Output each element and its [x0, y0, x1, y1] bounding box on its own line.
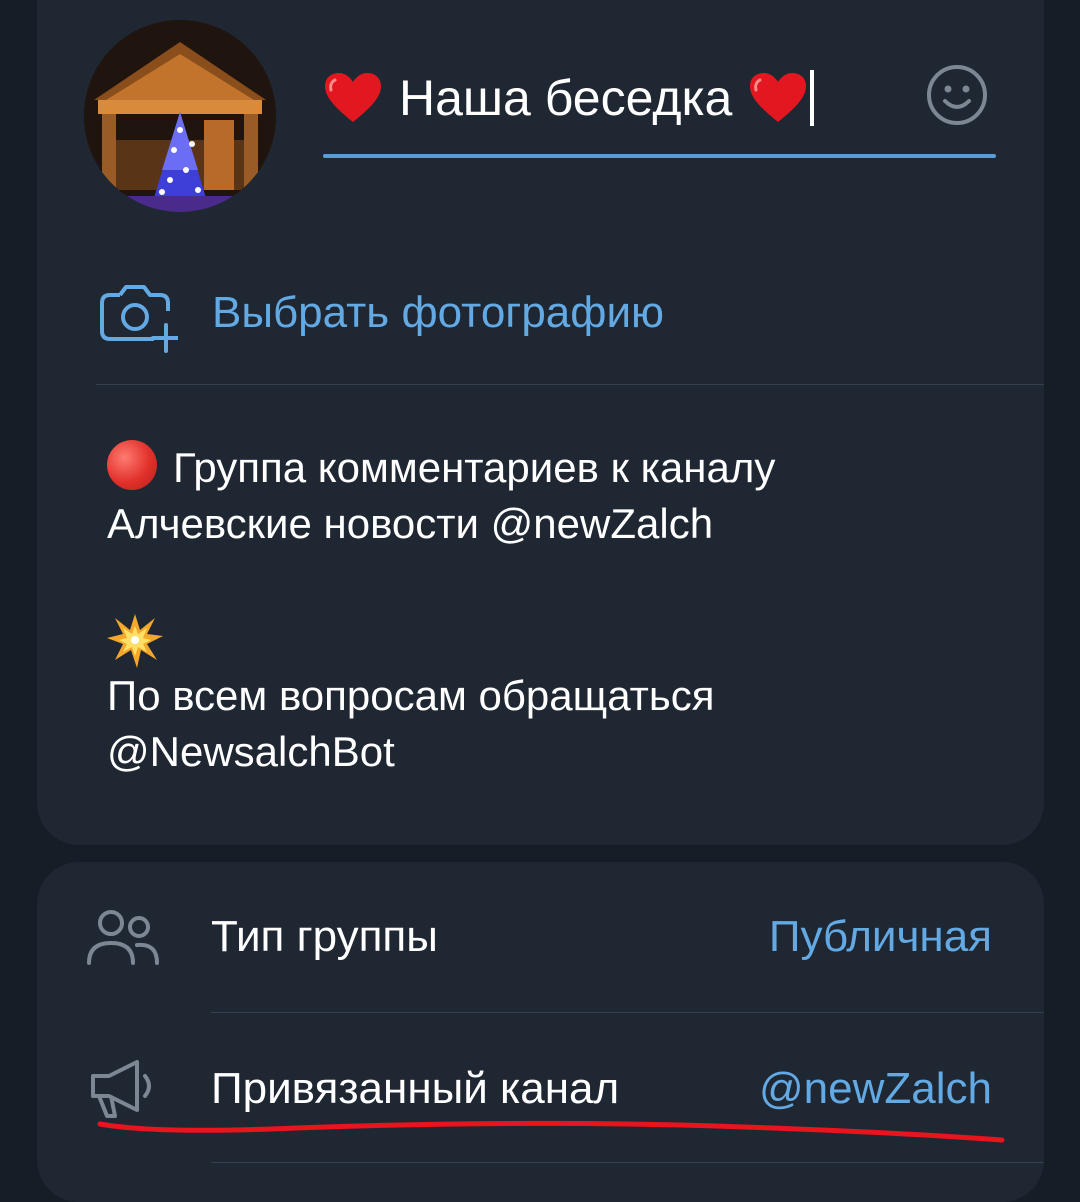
description-line: По всем вопросам обращаться [107, 672, 715, 719]
red-underline-annotation [97, 1120, 1005, 1143]
people-icon [87, 910, 159, 965]
description-line: Алчевские новости @newZalch [107, 500, 714, 547]
divider [96, 384, 1044, 385]
gazebo-photo [84, 20, 276, 212]
choose-photo-label: Выбрать фотографию [212, 288, 665, 337]
smile-icon[interactable] [925, 63, 989, 127]
group-name-value[interactable]: Наша беседка [323, 70, 815, 126]
group-name-text: Наша беседка [399, 70, 733, 126]
choose-photo-button[interactable]: Выбрать фотографию [96, 276, 1044, 384]
linked-channel-label: Привязанный канал [211, 1064, 620, 1113]
group-avatar[interactable] [84, 20, 276, 212]
heart-icon [750, 73, 807, 122]
linked-channel-value: @newZalch [759, 1064, 992, 1113]
text-cursor [810, 70, 815, 126]
group-type-setting[interactable]: Тип группы Публичная [37, 862, 1044, 1012]
group-name-field[interactable]: Наша беседка [323, 50, 996, 158]
group-type-label: Тип группы [211, 912, 438, 961]
group-description-field[interactable]: Группа комментариев к каналу Алчевские н… [107, 440, 775, 780]
description-line: Группа комментариев к каналу [173, 444, 776, 491]
group-type-value: Публичная [768, 912, 992, 961]
name-field-underline [323, 154, 996, 158]
description-line: @NewsalchBot [107, 728, 395, 775]
heart-icon [325, 73, 381, 122]
divider [211, 1162, 1044, 1163]
red-circle-icon [107, 440, 157, 490]
camera-add-icon [100, 285, 178, 353]
collision-icon [107, 614, 163, 668]
